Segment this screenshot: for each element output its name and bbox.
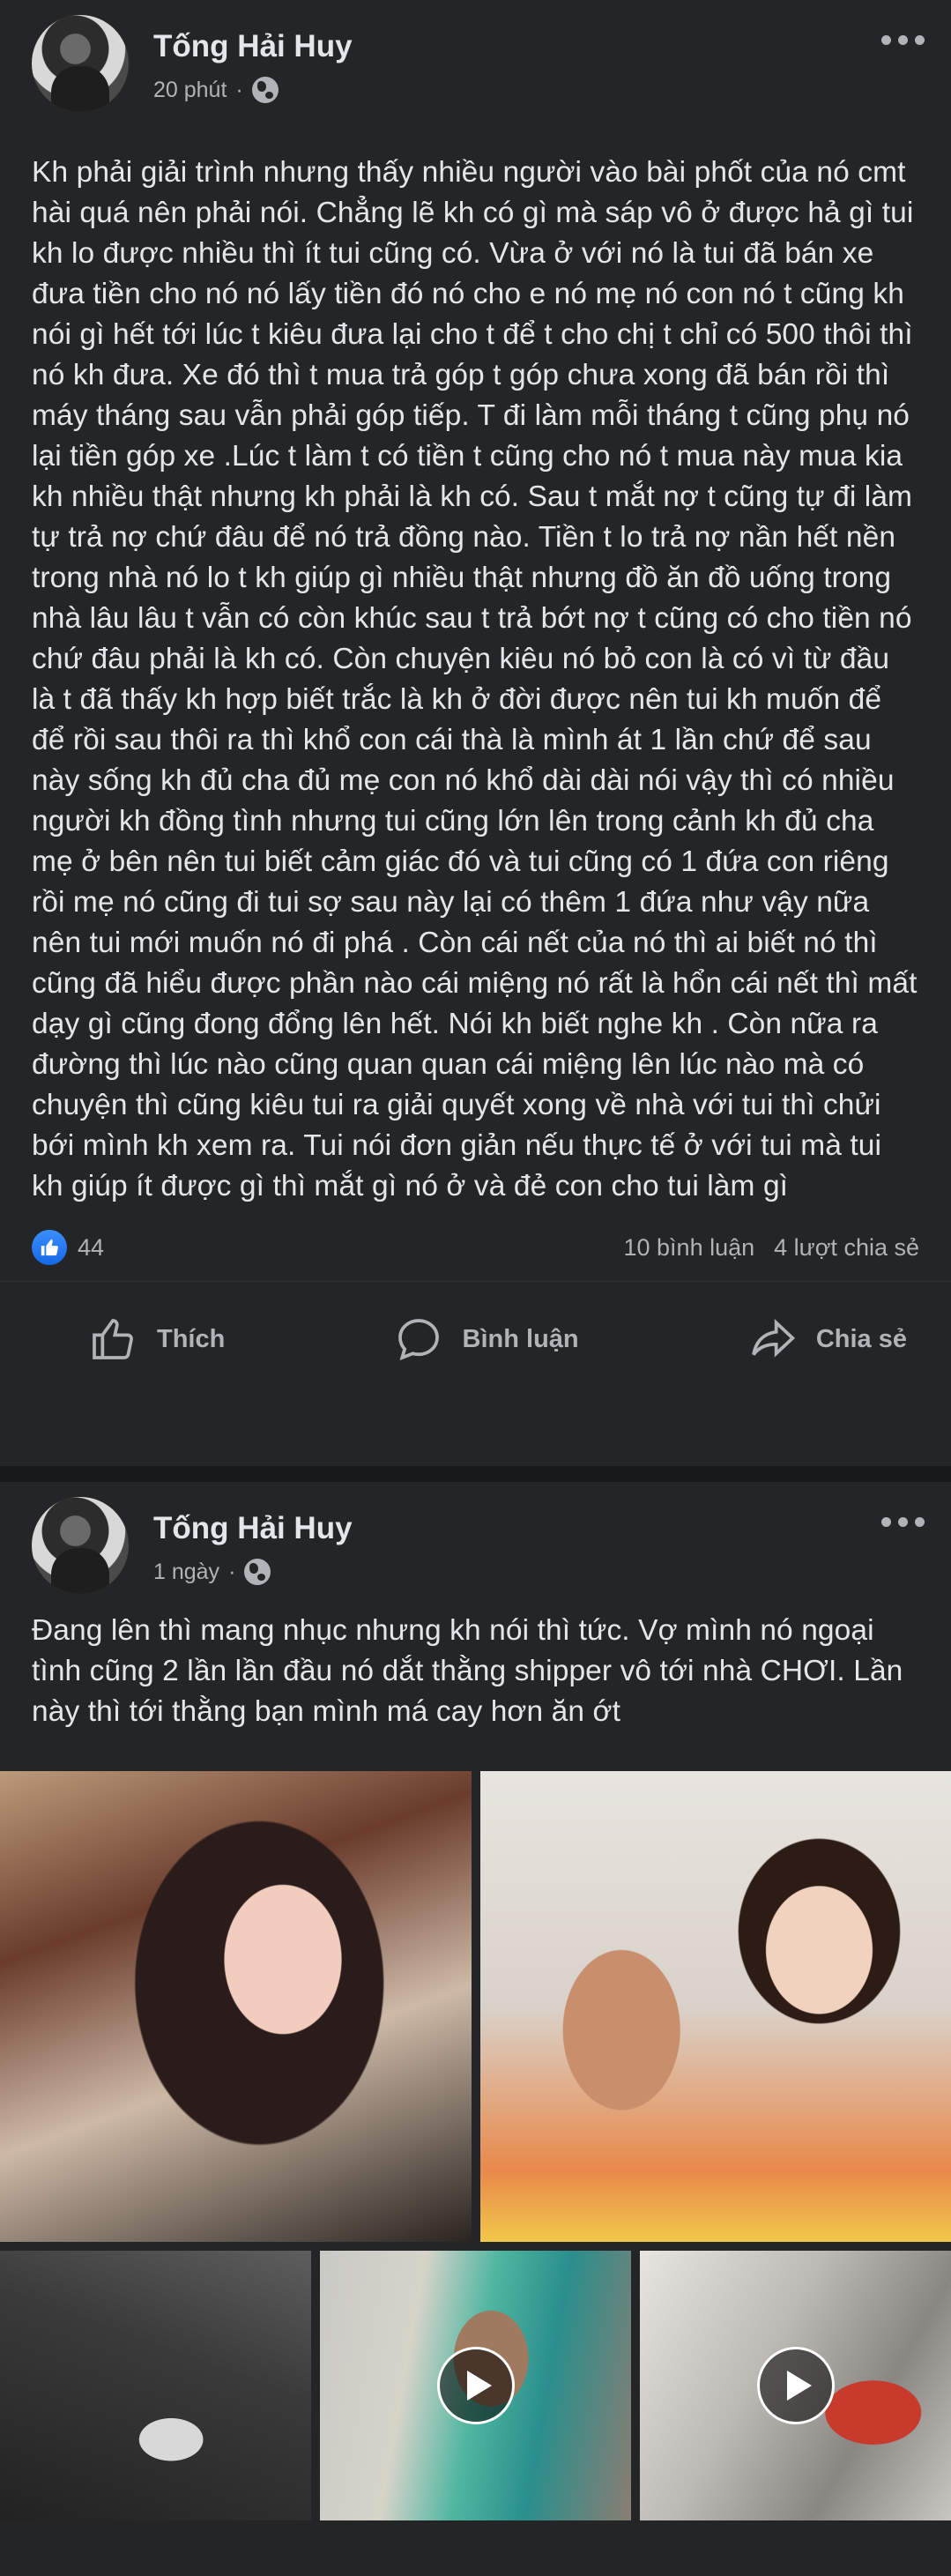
like-button[interactable]: Thích [88,1314,225,1364]
photo-cctv-room[interactable] [0,2251,311,2520]
thumbs-up-icon [93,1319,133,1359]
post-text: Kh phải giải trình nhưng thấy nhiều ngườ… [32,156,918,1202]
post-time[interactable]: 1 ngày [153,1560,219,1585]
reactions-bar: 44 10 bình luận 4 lượt chia sẻ [0,1223,951,1272]
dot-separator: · [235,77,243,102]
share-label: Chia sẻ [815,1324,907,1353]
video-thumbnail-1[interactable] [320,2251,631,2520]
globe-icon [244,1559,271,1585]
share-count[interactable]: 4 lượt chia sẻ [774,1234,919,1262]
like-reaction-icon[interactable] [32,1230,67,1265]
author-name[interactable]: Tống Hải Huy [153,1511,919,1546]
like-label: Thích [157,1324,226,1353]
post-text: Đang lên thì mang nhục nhưng kh nói thì … [32,1614,903,1728]
play-icon[interactable] [756,2347,835,2424]
dot-separator: · [228,1559,236,1584]
photo-grid-top [0,1771,951,2242]
photo-man-and-child[interactable] [479,1771,951,2242]
author-name[interactable]: Tống Hải Huy [153,29,919,64]
post-header: Tống Hải Huy 20 phút · [0,0,951,112]
share-icon [751,1319,795,1358]
like-count[interactable]: 44 [78,1234,104,1262]
action-bar: Thích Bình luận Chia sẻ [0,1281,951,1396]
photo-grid-bottom [0,2251,951,2520]
share-button[interactable]: Chia sẻ [747,1314,907,1364]
play-icon[interactable] [436,2347,515,2424]
video-thumbnail-2[interactable] [640,2251,951,2520]
post-1: Tống Hải Huy 20 phút · Kh phải giải trìn… [0,0,951,1466]
avatar[interactable] [32,1497,129,1594]
post-header: Tống Hải Huy 1 ngày · [0,1482,951,1594]
more-options-icon[interactable] [881,35,925,45]
comment-button[interactable]: Bình luận [394,1314,579,1364]
comment-label: Bình luận [462,1324,579,1353]
photo-woman-selfie[interactable] [0,1771,472,2242]
avatar[interactable] [32,15,129,112]
post-2: Tống Hải Huy 1 ngày · Đang lên thì mang … [0,1482,951,2576]
globe-icon [251,77,279,103]
feed-separator [0,1466,951,1482]
more-options-icon[interactable] [881,1517,925,1527]
comment-icon [397,1319,439,1361]
post-time[interactable]: 20 phút [153,78,227,103]
comment-count[interactable]: 10 bình luận [624,1234,755,1262]
